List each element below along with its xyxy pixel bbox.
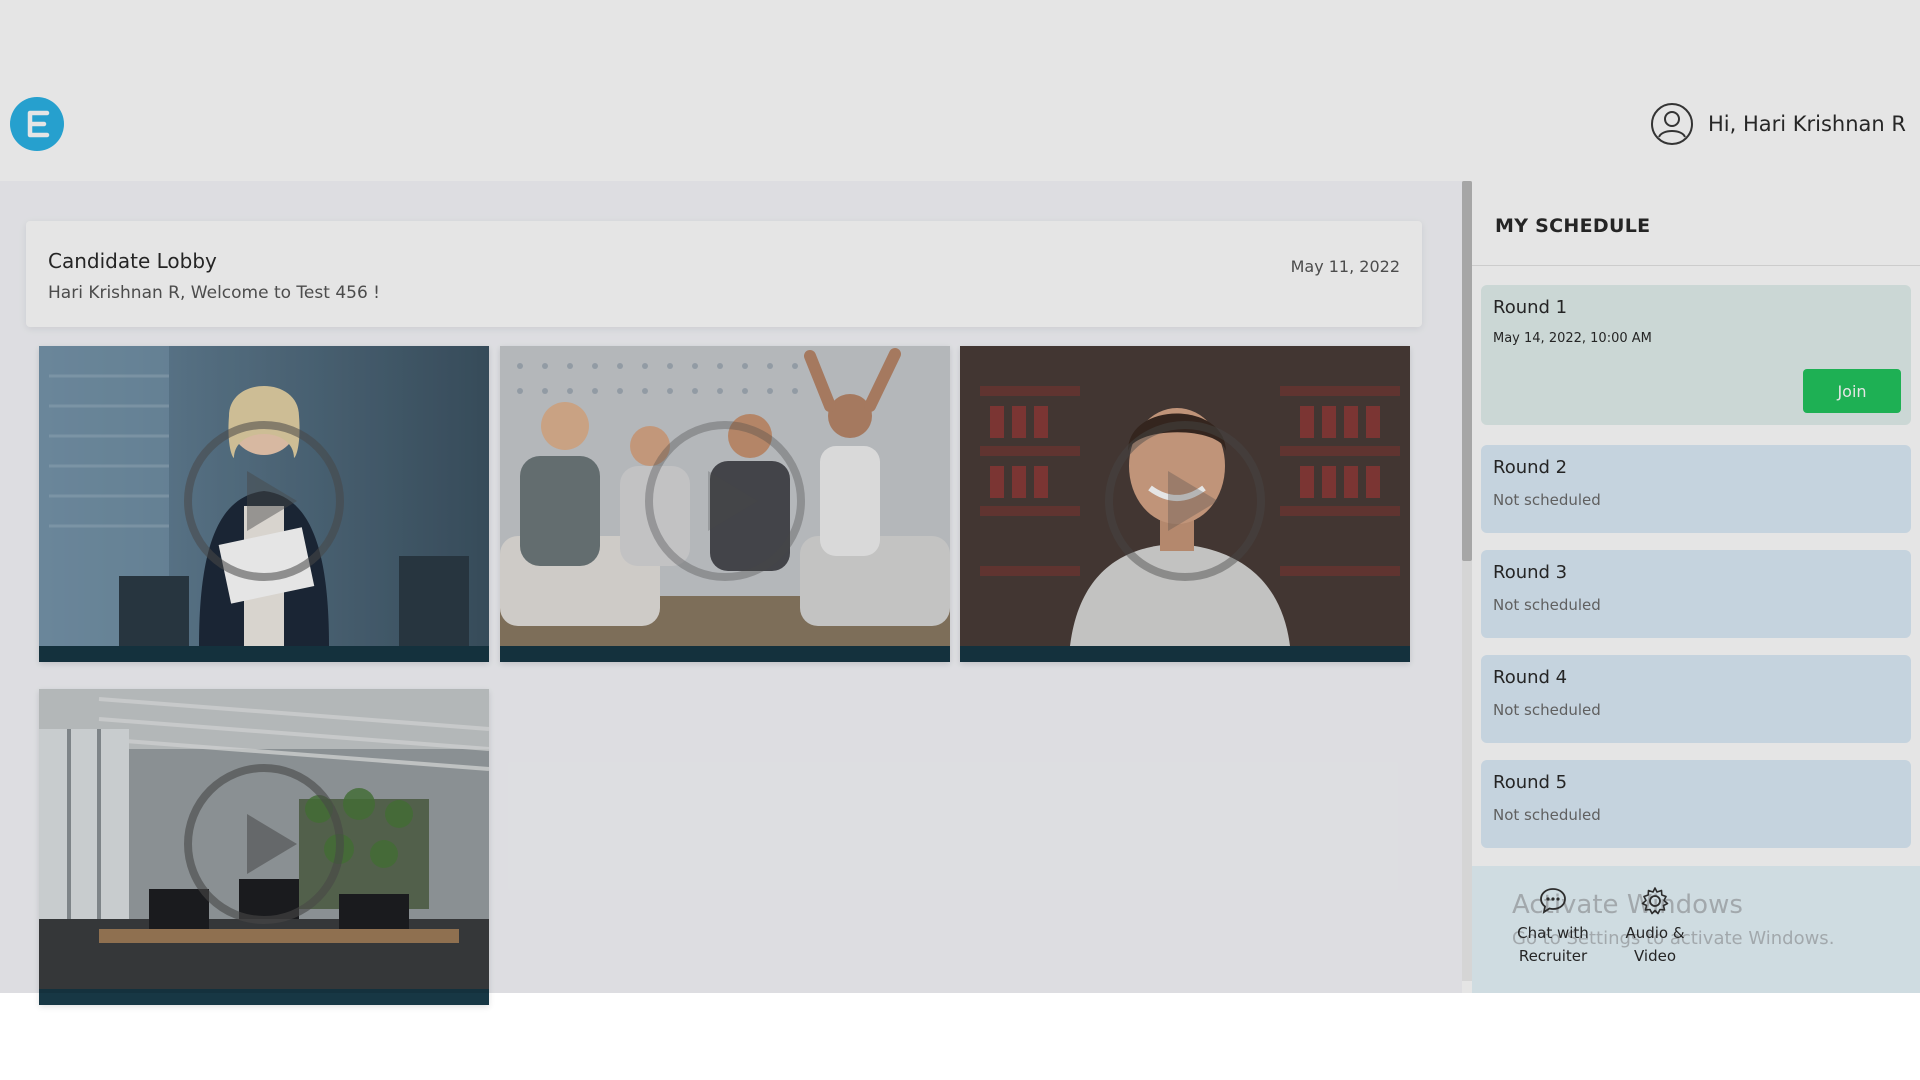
round-status: Not scheduled xyxy=(1493,596,1601,614)
round-card-3: Round 3 Not scheduled xyxy=(1481,550,1911,638)
gear-icon xyxy=(1641,887,1669,915)
video-tile-1[interactable] xyxy=(39,346,489,662)
round-title: Round 4 xyxy=(1493,667,1568,688)
lobby-date: May 11, 2022 xyxy=(1290,257,1400,276)
header: Hi, Hari Krishnan R xyxy=(0,70,1920,180)
round-title: Round 2 xyxy=(1493,457,1568,478)
schedule-title: MY SCHEDULE xyxy=(1495,215,1651,237)
audio-video-settings-button[interactable]: Audio & Video xyxy=(1600,886,1710,968)
lobby-welcome-text: Hari Krishnan R, Welcome to Test 456 ! xyxy=(48,283,380,303)
round-title: Round 3 xyxy=(1493,562,1568,583)
chat-label-line2: Recruiter xyxy=(1518,947,1588,965)
play-icon[interactable] xyxy=(640,416,810,586)
chat-label-line1: Chat with xyxy=(1517,924,1589,942)
av-label-line2: Video xyxy=(1633,947,1677,965)
app-logo[interactable] xyxy=(10,97,64,151)
play-icon[interactable] xyxy=(1100,416,1270,586)
video-tile-3[interactable] xyxy=(960,346,1410,662)
page: Hi, Hari Krishnan R Candidate Lobby Hari… xyxy=(0,0,1920,1080)
video-tile-2[interactable] xyxy=(500,346,950,662)
schedule-divider xyxy=(1472,265,1920,266)
round-card-2: Round 2 Not scheduled xyxy=(1481,445,1911,533)
chat-with-recruiter-button[interactable]: Chat with Recruiter xyxy=(1498,886,1608,968)
lobby-card: Candidate Lobby Hari Krishnan R, Welcome… xyxy=(26,221,1422,327)
video-tile-bar xyxy=(39,989,489,1005)
user-greeting: Hi, Hari Krishnan R xyxy=(1707,112,1906,136)
video-tile-bar xyxy=(500,646,950,662)
round-status: Not scheduled xyxy=(1493,491,1601,509)
round-card-5: Round 5 Not scheduled xyxy=(1481,760,1911,848)
user-menu[interactable]: Hi, Hari Krishnan R xyxy=(1650,102,1906,146)
chat-bubble-icon xyxy=(1540,888,1566,914)
main-scrollbar-thumb[interactable] xyxy=(1462,181,1472,561)
join-button[interactable]: Join xyxy=(1803,369,1901,413)
play-icon[interactable] xyxy=(179,416,349,586)
video-tile-4[interactable] xyxy=(39,689,489,1005)
bottom-action-bar: Activate Windows Go to Settings to activ… xyxy=(1472,866,1920,993)
round-status: Not scheduled xyxy=(1493,701,1601,719)
round-time: May 14, 2022, 10:00 AM xyxy=(1493,331,1652,346)
video-tile-bar xyxy=(39,646,489,662)
logo-e-icon xyxy=(27,110,50,138)
video-tile-bar xyxy=(960,646,1410,662)
round-title: Round 5 xyxy=(1493,772,1568,793)
round-status: Not scheduled xyxy=(1493,806,1601,824)
play-icon[interactable] xyxy=(179,759,349,929)
user-avatar-icon xyxy=(1650,103,1693,145)
main-content: Candidate Lobby Hari Krishnan R, Welcome… xyxy=(0,181,1462,1005)
round-title: Round 1 xyxy=(1493,297,1568,318)
round-card-4: Round 4 Not scheduled xyxy=(1481,655,1911,743)
round-card-1: Round 1 May 14, 2022, 10:00 AM Join xyxy=(1481,285,1911,425)
av-label-line1: Audio & xyxy=(1625,924,1685,942)
lobby-title: Candidate Lobby xyxy=(48,249,217,273)
